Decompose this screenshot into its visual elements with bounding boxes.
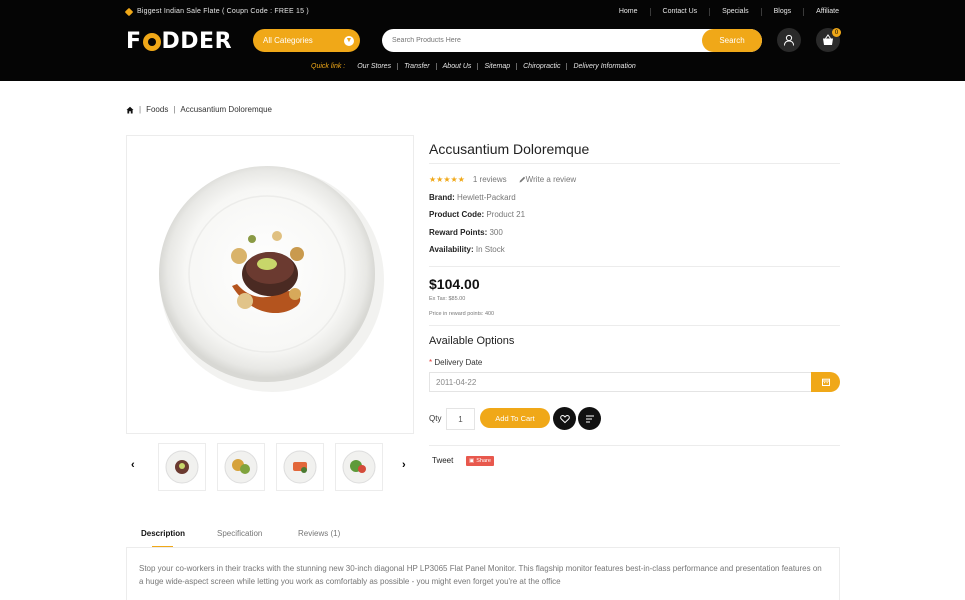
quicklink-our-stores[interactable]: Our Stores	[351, 63, 399, 70]
tab-reviews[interactable]: Reviews (1)	[298, 529, 340, 538]
search-input[interactable]	[392, 29, 692, 52]
divider	[429, 325, 840, 326]
divider	[429, 266, 840, 267]
ex-tax-price: Ex Tax: $85.00	[429, 296, 466, 302]
thumbnail-2[interactable]	[217, 443, 265, 491]
breadcrumb-foods[interactable]: Foods	[146, 105, 168, 114]
account-button[interactable]	[777, 28, 801, 52]
tag-icon	[124, 7, 134, 16]
toplink-contact[interactable]: Contact Us	[651, 8, 711, 16]
tab-specification[interactable]: Specification	[217, 529, 262, 538]
thumbnail-dish-icon	[224, 450, 258, 484]
calendar-icon	[821, 378, 830, 386]
thumbnail-4[interactable]	[335, 443, 383, 491]
chevron-left-icon[interactable]: ‹	[131, 459, 135, 471]
site-header: Biggest Indian Sale Flate ( Coupn Code :…	[0, 0, 965, 81]
compare-button[interactable]	[578, 407, 601, 430]
logo-o-icon	[142, 32, 161, 51]
qty-label: Qty	[429, 414, 442, 423]
quicklink-sitemap[interactable]: Sitemap	[478, 63, 518, 70]
thumbnail-3[interactable]	[276, 443, 324, 491]
user-icon	[784, 34, 794, 46]
share-button[interactable]: ▣ Share	[466, 456, 494, 466]
star-rating-icon: ★★★★★	[429, 175, 465, 184]
calendar-button[interactable]	[811, 372, 840, 392]
toplink-blogs[interactable]: Blogs	[762, 8, 805, 16]
brand-link[interactable]: Hewlett-Packard	[457, 193, 516, 202]
write-review-link[interactable]: Write a review	[526, 175, 577, 184]
thumbnail-1[interactable]	[158, 443, 206, 491]
reward-points-row: Reward Points: 300	[429, 228, 503, 237]
product-title: Accusantium Doloremque	[429, 141, 590, 157]
basket-icon	[823, 34, 833, 45]
toplink-affiliate[interactable]: Affiliate	[804, 8, 839, 16]
availability-row: Availability: In Stock	[429, 245, 505, 254]
tab-description[interactable]: Description	[141, 529, 185, 538]
wishlist-button[interactable]	[553, 407, 576, 430]
product-code-row: Product Code: Product 21	[429, 210, 526, 219]
chevron-down-icon: ▼	[344, 35, 354, 46]
pencil-icon	[519, 176, 525, 183]
product-price: $104.00	[429, 276, 480, 292]
tweet-button[interactable]: Tweet	[432, 456, 453, 465]
reviews-link[interactable]: 1 reviews	[473, 175, 507, 184]
toplink-home[interactable]: Home	[607, 8, 651, 16]
home-icon[interactable]	[126, 106, 134, 114]
thumbnail-dish-icon	[165, 450, 199, 484]
product-main-image[interactable]	[126, 135, 414, 434]
compare-icon	[585, 415, 594, 422]
search-button[interactable]: Search	[702, 29, 762, 52]
offer-text: Biggest Indian Sale Flate ( Coupn Code :…	[137, 8, 309, 15]
plated-dish-image	[159, 166, 384, 392]
search-bar: Search	[382, 29, 762, 52]
thumbnail-dish-icon	[283, 450, 317, 484]
category-label: All Categories	[263, 36, 313, 45]
quantity-input[interactable]: 1	[446, 408, 475, 430]
thumbnail-dish-icon	[342, 450, 376, 484]
add-to-cart-button[interactable]: Add To Cart	[480, 408, 550, 428]
chevron-right-icon[interactable]: ›	[402, 459, 406, 471]
description-panel: Stop your co-workers in their tracks wit…	[126, 547, 840, 600]
brand-row: Brand: Hewlett-Packard	[429, 193, 516, 202]
delivery-date-label: * Delivery Date	[429, 358, 483, 367]
thumbnail-carousel: ‹ ›	[126, 443, 414, 491]
reward-price: Price in reward points: 400	[429, 311, 495, 317]
description-text: Stop your co-workers in their tracks wit…	[139, 564, 822, 586]
delivery-date-input[interactable]: 2011-04-22	[429, 372, 813, 392]
rating-row: ★★★★★ 1 reviews Write a review	[429, 175, 576, 184]
toplink-specials[interactable]: Specials	[710, 8, 762, 16]
quicklink-chiropractic[interactable]: Chiropractic	[517, 63, 568, 70]
offer-banner: Biggest Indian Sale Flate ( Coupn Code :…	[124, 7, 309, 16]
top-links: Home Contact Us Specials Blogs Affiliate	[607, 8, 839, 16]
share-icon: ▣	[469, 458, 475, 464]
divider	[429, 445, 840, 446]
cart-button[interactable]: 0	[816, 28, 841, 52]
heart-icon	[559, 414, 570, 423]
quick-links: Quick link : Our Stores Transfer About U…	[311, 63, 642, 70]
quicklink-label: Quick link :	[311, 63, 346, 70]
available-options-title: Available Options	[429, 335, 515, 347]
divider	[429, 163, 840, 164]
quicklink-transfer[interactable]: Transfer	[398, 63, 437, 70]
category-dropdown[interactable]: All Categories ▼	[253, 29, 360, 52]
breadcrumb: | Foods | Accusantium Doloremque	[126, 105, 272, 114]
site-logo[interactable]: F DDER	[126, 29, 232, 54]
quicklink-about-us[interactable]: About Us	[437, 63, 479, 70]
cart-count-badge: 0	[832, 28, 841, 37]
quicklink-delivery[interactable]: Delivery Information	[567, 63, 641, 70]
breadcrumb-current[interactable]: Accusantium Doloremque	[180, 105, 272, 114]
